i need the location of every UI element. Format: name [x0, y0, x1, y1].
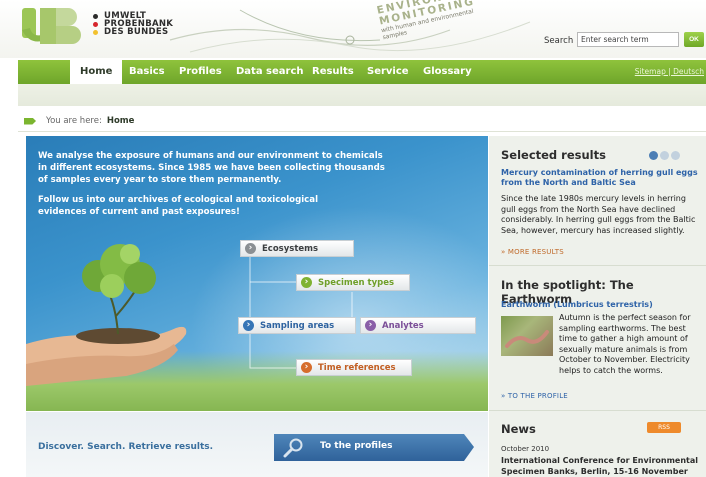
sidebar-divider [489, 265, 706, 266]
hero-banner: We analyse the exposure of humans and ou… [26, 136, 488, 411]
selected-results-headline[interactable]: Mercury contamination of herring gull eg… [501, 168, 701, 188]
main-nav: Home Basics Profiles Data search Results… [18, 60, 706, 84]
subnav-strip [18, 84, 706, 106]
results-pager [649, 151, 680, 160]
rss-feed-icon[interactable]: RSS [647, 422, 681, 433]
pager-dot-2[interactable] [660, 151, 669, 160]
node-specimen-types[interactable]: Specimen types [296, 274, 410, 291]
search-ok-button[interactable]: OK [684, 32, 704, 47]
discover-strip: Discover. Search. Retrieve results. To t… [26, 412, 488, 477]
nav-results[interactable]: Results [312, 60, 354, 84]
site-header: UMWELT PROBENBANK DES BUNDES ENVIRONMENT… [0, 0, 706, 58]
spotlight-body: Autumn is the perfect season for samplin… [559, 313, 691, 375]
nav-service[interactable]: Service [367, 60, 409, 84]
node-specimen-types-label: Specimen types [318, 277, 395, 288]
search-input[interactable] [577, 32, 679, 47]
discover-tagline: Discover. Search. Retrieve results. [38, 442, 214, 452]
to-the-profile-link[interactable]: » TO THE PROFILE [501, 392, 568, 400]
breadcrumb-divider [18, 131, 706, 132]
pager-dot-1[interactable] [649, 151, 658, 160]
earthworm-thumbnail[interactable] [501, 316, 553, 356]
pager-dot-3[interactable] [671, 151, 680, 160]
node-analytes[interactable]: Analytes [360, 317, 476, 334]
sidebar-divider [489, 410, 706, 411]
nav-profiles[interactable]: Profiles [179, 60, 222, 84]
breadcrumb-current[interactable]: Home [107, 116, 135, 126]
logo-dot-red [93, 21, 98, 27]
search-label: Search [544, 36, 574, 46]
nav-glossary[interactable]: Glossary [423, 60, 472, 84]
more-results-link[interactable]: » MORE RESULTS [501, 248, 564, 256]
nav-basics[interactable]: Basics [129, 60, 165, 84]
hand-with-sapling [26, 244, 187, 386]
node-ecosystems-label: Ecosystems [262, 243, 319, 254]
node-ecosystems[interactable]: Ecosystems [240, 240, 354, 257]
chevron-right-icon [301, 362, 312, 373]
breadcrumb: You are here: Home [24, 116, 134, 126]
chevron-right-icon [365, 320, 376, 331]
magnifier-icon [283, 438, 303, 458]
to-the-profiles-label: To the profiles [320, 441, 393, 451]
node-sampling-areas-label: Sampling areas [260, 320, 335, 331]
breadcrumb-label: You are here: [46, 116, 102, 126]
selected-results-body: Since the late 1980s mercury levels in h… [501, 194, 696, 235]
chevron-right-icon [245, 243, 256, 254]
news-date: October 2010 [501, 445, 550, 453]
spotlight-headline[interactable]: Earthworm (Lumbricus terrestris) [501, 300, 701, 310]
nav-home[interactable]: Home [70, 60, 123, 84]
selected-results-title: Selected results [501, 148, 606, 162]
logo-dot-black [93, 13, 98, 19]
to-the-profiles-button[interactable]: To the profiles [274, 434, 474, 461]
node-analytes-label: Analytes [382, 320, 424, 331]
chevron-right-icon [301, 277, 312, 288]
hero-illustration [26, 244, 353, 386]
nav-utility-links[interactable]: Sitemap | Deutsch [635, 60, 704, 84]
news-title: News [501, 422, 536, 436]
nav-data-search[interactable]: Data search [236, 60, 304, 84]
news-headline[interactable]: International Conference for Environment… [501, 456, 701, 477]
node-sampling-areas[interactable]: Sampling areas [238, 317, 356, 334]
node-time-references[interactable]: Time references [296, 359, 412, 376]
node-time-references-label: Time references [318, 362, 396, 373]
earthworm-image [505, 330, 549, 348]
breadcrumb-arrow-icon [24, 117, 36, 125]
chevron-right-icon [243, 320, 254, 331]
sidebar: Selected results Mercury contamination o… [488, 136, 706, 477]
logo-dot-yellow [93, 29, 98, 35]
upb-logo-mark[interactable] [22, 8, 86, 44]
